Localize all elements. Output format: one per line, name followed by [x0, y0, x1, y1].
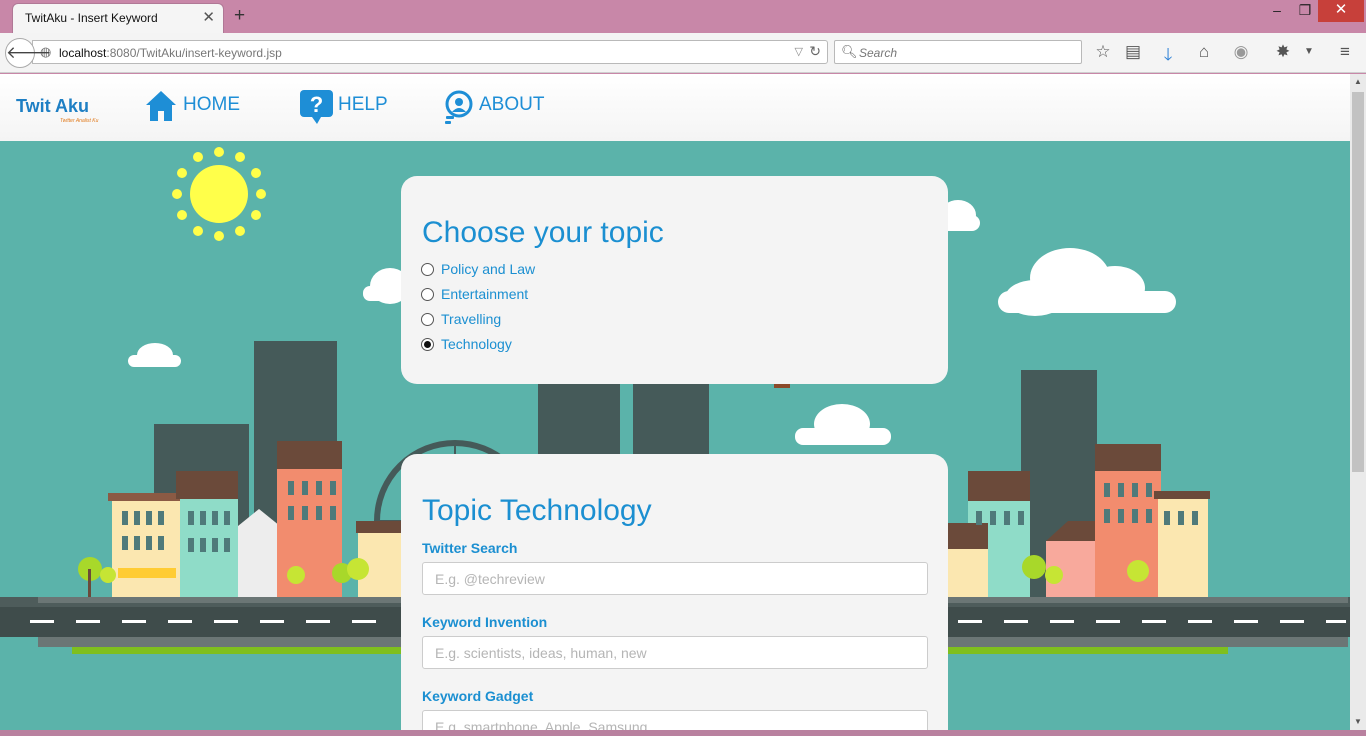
keyword-form-card: Topic Technology Twitter Search Keyword …: [401, 454, 948, 730]
nav-about-label: ABOUT: [479, 94, 545, 115]
search-input[interactable]: 🔍︎ Search: [834, 40, 1082, 64]
window-close-icon[interactable]: ✕: [1318, 0, 1364, 22]
topic-option-label: Entertainment: [441, 286, 529, 302]
twitter-search-label: Twitter Search: [422, 540, 518, 556]
topic-option-label: Travelling: [441, 311, 502, 327]
page-scrollbar[interactable]: ▲ ▼: [1350, 74, 1366, 730]
window-restore-icon[interactable]: ❐: [1292, 0, 1318, 22]
keyword-invention-label: Keyword Invention: [422, 614, 548, 630]
addon-icon[interactable]: ◉: [1230, 42, 1252, 62]
keyword-gadget-label: Keyword Gadget: [422, 688, 534, 704]
question-bubble-icon: ?: [300, 90, 333, 124]
new-tab-icon[interactable]: +: [234, 5, 245, 27]
extension-icon[interactable]: ✸: [1272, 42, 1294, 62]
url-history-dropdown-icon[interactable]: ▽: [795, 45, 803, 58]
nav-help[interactable]: ? HELP: [300, 90, 390, 126]
nav-help-label: HELP: [338, 94, 388, 115]
scroll-down-arrow-icon[interactable]: ▼: [1350, 714, 1366, 730]
keyword-invention-input[interactable]: [422, 636, 928, 669]
twitter-search-input[interactable]: [422, 562, 928, 595]
download-icon[interactable]: 🡓: [1157, 42, 1179, 71]
address-bar[interactable]: ◍ localhost:8080/TwitAku/insert-keyword.…: [32, 40, 828, 64]
radio-button[interactable]: [421, 313, 434, 326]
browser-toolbar: ◍ localhost:8080/TwitAku/insert-keyword.…: [0, 33, 1366, 73]
lightbulb-face-icon: [445, 90, 473, 124]
search-placeholder: Search: [859, 46, 898, 60]
sun-illustration: [172, 147, 266, 241]
scroll-up-arrow-icon[interactable]: ▲: [1350, 74, 1366, 90]
nav-home[interactable]: HOME: [145, 90, 245, 126]
extension-dropdown-icon[interactable]: ▼: [1298, 46, 1320, 57]
reading-list-icon[interactable]: ▤: [1122, 42, 1144, 62]
topic-card-title: Choose your topic: [422, 216, 664, 249]
browser-tab-bar: TwitAku - Insert Keyword ✕ + – ❐ ✕: [0, 0, 1366, 33]
url-host: localhost: [59, 46, 107, 60]
logo-tagline: Twitter Analist Ku: [60, 118, 99, 124]
os-taskbar: [0, 730, 1366, 736]
arrow-left-icon: 🡐: [6, 43, 52, 62]
nav-home-label: HOME: [183, 94, 240, 115]
page-viewport: Twit Aku Twitter Analist Ku HOME ? HELP: [0, 74, 1350, 730]
radio-button[interactable]: [421, 263, 434, 276]
search-icon: 🔍︎: [841, 44, 858, 59]
keyword-gadget-input[interactable]: [422, 710, 928, 730]
topic-selection-card: Choose your topic Policy and Law Enterta…: [401, 176, 948, 384]
logo-text: Twit Aku: [16, 96, 89, 116]
back-button[interactable]: 🡐: [5, 38, 52, 68]
url-path: :8080/TwitAku/insert-keyword.jsp: [106, 46, 282, 60]
topic-option-label: Technology: [441, 336, 512, 352]
radio-button-selected[interactable]: [421, 338, 434, 351]
house-icon: [146, 91, 176, 121]
radio-button[interactable]: [421, 288, 434, 301]
home-icon[interactable]: ⌂: [1193, 42, 1215, 62]
svg-text:?: ?: [310, 92, 323, 117]
browser-tab[interactable]: TwitAku - Insert Keyword ✕: [12, 3, 224, 33]
nav-about[interactable]: ABOUT: [443, 90, 548, 126]
menu-icon[interactable]: ≡: [1334, 42, 1356, 62]
topic-option-label: Policy and Law: [441, 261, 536, 277]
scroll-thumb[interactable]: [1352, 92, 1364, 472]
url-text: localhost:8080/TwitAku/insert-keyword.js…: [59, 46, 282, 60]
bookmark-star-icon[interactable]: ☆: [1092, 42, 1114, 62]
window-minimize-icon[interactable]: –: [1264, 0, 1290, 22]
reload-icon[interactable]: ↻: [809, 43, 821, 60]
form-card-title: Topic Technology: [422, 494, 652, 527]
site-header: Twit Aku Twitter Analist Ku HOME ? HELP: [0, 74, 1350, 141]
tab-close-icon[interactable]: ✕: [202, 8, 215, 26]
tab-title: TwitAku - Insert Keyword: [25, 11, 158, 25]
